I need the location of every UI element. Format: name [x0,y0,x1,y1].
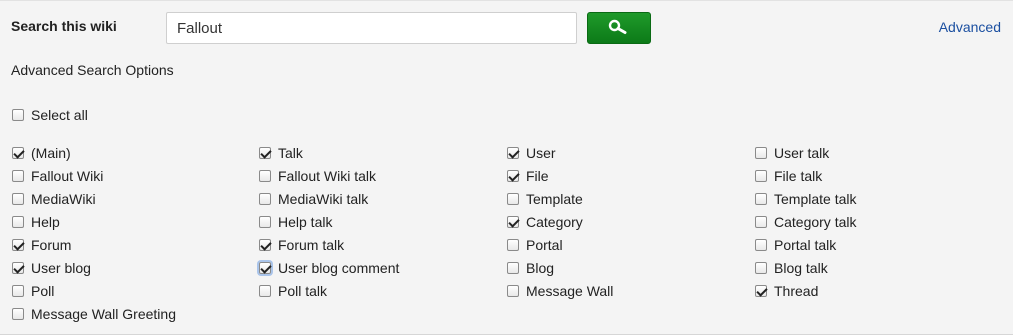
namespace-label: User blog comment [278,260,400,276]
advanced-link[interactable]: Advanced [939,19,1001,35]
namespace-label: File [526,168,549,184]
namespace-checkbox[interactable]: Template talk [755,190,856,208]
checked-checkbox-icon [507,216,519,228]
namespace-checkbox[interactable]: Portal [507,236,563,254]
checkbox-icon [259,170,271,182]
namespace-checkbox[interactable]: Category talk [755,213,856,231]
checkbox-icon [12,216,24,228]
namespace-checkbox[interactable]: Category [507,213,583,231]
namespace-checkbox[interactable]: Talk [259,144,303,162]
namespace-checkbox[interactable]: File [507,167,549,185]
namespace-label: Portal [526,237,563,253]
namespace-label: Talk [278,145,303,161]
namespace-label: Template [526,191,583,207]
namespace-label: User [526,145,556,161]
namespace-label: Blog [526,260,555,276]
namespace-checkbox[interactable]: Poll talk [259,282,327,300]
namespace-label: Message Wall Greeting [31,306,176,322]
checkbox-icon [259,216,271,228]
namespace-checkbox[interactable]: File talk [755,167,822,185]
checkbox-icon [507,285,519,297]
namespace-checkbox[interactable]: Message Wall [507,282,613,300]
checkbox-icon [12,193,24,205]
namespace-checkbox[interactable]: User blog comment [259,259,399,277]
namespace-label: User talk [774,145,830,161]
namespace-checkbox[interactable]: Forum talk [259,236,344,254]
namespace-checkbox[interactable]: MediaWiki talk [259,190,368,208]
checkbox-icon [12,109,24,121]
namespace-label: Poll [31,283,55,299]
checkbox-icon [507,193,519,205]
namespace-label: Fallout Wiki talk [278,168,377,184]
checked-checkbox-icon [507,147,519,159]
namespace-label: Blog talk [774,260,828,276]
namespace-checkbox[interactable]: Help [12,213,60,231]
search-input[interactable] [166,12,577,44]
checkbox-icon [755,216,767,228]
checkbox-icon [12,170,24,182]
checkbox-icon [507,239,519,251]
checked-checkbox-icon [12,262,24,274]
namespace-checkbox[interactable]: Message Wall Greeting [12,305,176,323]
namespace-label: (Main) [31,145,71,161]
advanced-options-title: Advanced Search Options [11,62,174,78]
namespace-checkbox[interactable]: MediaWiki [12,190,96,208]
namespace-label: Forum talk [278,237,345,253]
advanced-search-panel: Search this wiki Advanced Advanced Searc… [0,0,1013,335]
namespace-checkbox[interactable]: Help talk [259,213,332,231]
checked-checkbox-icon [755,285,767,297]
checked-checkbox-icon [259,239,271,251]
checkbox-icon [755,239,767,251]
checked-checkbox-icon [259,147,271,159]
search-button[interactable] [587,12,651,44]
namespace-checkbox[interactable]: Poll [12,282,54,300]
namespace-label: Fallout Wiki [31,168,104,184]
checked-checkbox-icon [259,262,271,274]
namespace-label: User blog [31,260,91,276]
namespace-checkbox[interactable]: Blog [507,259,554,277]
namespace-label: Poll talk [278,283,328,299]
namespace-checkbox[interactable]: (Main) [12,144,71,162]
namespace-label: Message Wall [526,283,614,299]
search-label: Search this wiki [11,18,117,34]
namespace-label: Category [526,214,583,230]
checkbox-icon [12,285,24,297]
namespace-label: Category talk [774,214,857,230]
namespace-checkbox[interactable]: Blog talk [755,259,828,277]
namespace-label: MediaWiki talk [278,191,369,207]
checkbox-icon [12,308,24,320]
namespace-label: File talk [774,168,823,184]
namespace-label: Help [31,214,60,230]
namespace-label: Portal talk [774,237,837,253]
namespace-checkbox[interactable]: User talk [755,144,829,162]
namespace-checkbox[interactable]: User blog [12,259,91,277]
magnifier-icon [608,19,630,38]
namespace-checkbox[interactable]: Fallout Wiki [12,167,103,185]
namespace-checkbox[interactable]: Forum [12,236,71,254]
checked-checkbox-icon [12,147,24,159]
checkbox-icon [755,262,767,274]
checkbox-icon [507,262,519,274]
namespace-label: MediaWiki [31,191,96,207]
checked-checkbox-icon [12,239,24,251]
namespace-checkbox[interactable]: Template [507,190,583,208]
namespace-label: Thread [774,283,819,299]
select-all-label: Select all [31,107,88,123]
checkbox-icon [259,285,271,297]
checkbox-icon [755,147,767,159]
checkbox-icon [259,193,271,205]
namespace-label: Forum [31,237,72,253]
namespace-checkbox[interactable]: Thread [755,282,818,300]
namespace-checkbox[interactable]: Fallout Wiki talk [259,167,376,185]
checkbox-icon [755,193,767,205]
checkbox-icon [755,170,767,182]
select-all-checkbox[interactable]: Select all [12,106,88,124]
namespace-checkbox[interactable]: User [507,144,556,162]
namespace-label: Help talk [278,214,333,230]
namespace-checkbox[interactable]: Portal talk [755,236,836,254]
checked-checkbox-icon [507,170,519,182]
namespace-label: Template talk [774,191,857,207]
